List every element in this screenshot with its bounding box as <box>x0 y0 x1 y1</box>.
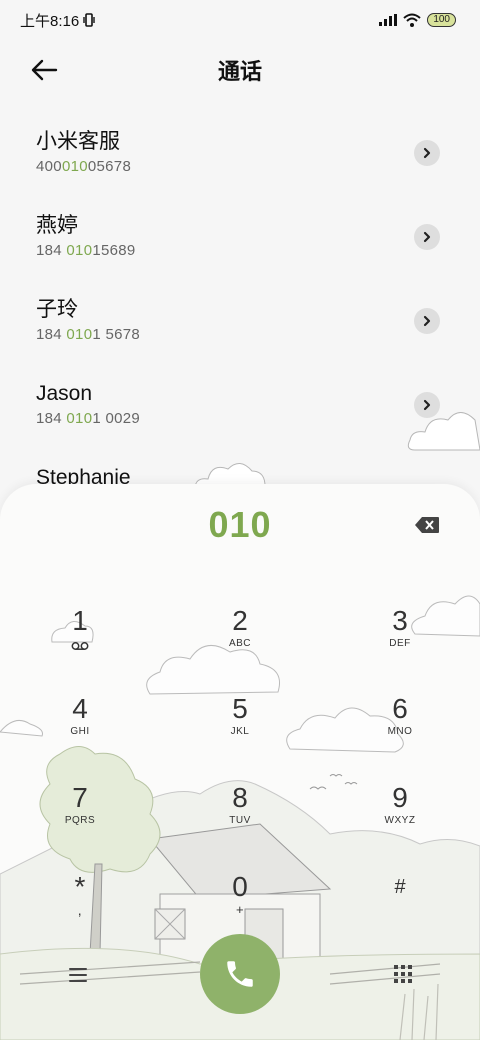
number-prefix: 184 <box>36 410 67 427</box>
contact-name: 子玲 <box>36 298 78 321</box>
number-suffix: 05678 <box>87 158 132 175</box>
dialer-panel: 010 1 2 ABC 3 DEF 4 GHI 5 JKL 6 MNO 7 PQ… <box>0 484 480 1040</box>
status-bar: 上午8:16 100 <box>0 0 480 40</box>
status-left: 上午8:16 <box>20 10 95 31</box>
key-hash[interactable]: # <box>330 870 470 940</box>
back-button[interactable] <box>28 56 60 84</box>
key-3[interactable]: 3 DEF <box>330 604 470 674</box>
menu-button[interactable] <box>68 966 88 984</box>
signal-icon <box>379 14 398 26</box>
backspace-icon <box>415 517 439 533</box>
wifi-icon <box>403 13 421 27</box>
key-letters: JKL <box>230 726 250 737</box>
contact-number: 184 01015689 <box>36 240 444 262</box>
key-digit: 4 <box>72 693 88 724</box>
number-prefix: 184 <box>36 242 67 259</box>
chevron-right-icon <box>423 231 431 243</box>
vibrate-icon <box>83 13 95 27</box>
key-7[interactable]: 7 PQRS <box>10 781 150 851</box>
key-digit: 6 <box>392 693 408 724</box>
key-digit: 8 <box>232 782 248 813</box>
number-match: 010 <box>66 242 93 259</box>
key-5[interactable]: 5 JKL <box>170 692 310 762</box>
contact-number: 184 0101 5678 <box>36 324 444 346</box>
phone-icon <box>227 961 253 987</box>
key-digit: 0 <box>232 871 248 902</box>
number-suffix: 1 5678 <box>92 326 141 343</box>
contact-detail-button[interactable] <box>414 224 440 250</box>
status-time: 上午8:16 <box>20 12 80 30</box>
status-right: 100 <box>379 13 456 27</box>
key-letters: , <box>77 902 83 918</box>
key-letters: PQRS <box>64 815 96 826</box>
key-8[interactable]: 8 TUV <box>170 781 310 851</box>
key-letters: DEF <box>389 638 411 649</box>
contact-detail-button[interactable] <box>414 308 440 334</box>
number-prefix: 400 <box>36 158 62 175</box>
number-match: 010 <box>66 410 93 427</box>
key-digit: 5 <box>232 693 248 724</box>
key-digit: 1 <box>72 605 88 636</box>
key-letters: MNO <box>387 726 413 737</box>
key-letters: + <box>235 902 245 917</box>
key-digit: 3 <box>392 605 408 636</box>
key-6[interactable]: 6 MNO <box>330 692 470 762</box>
key-star[interactable]: * , <box>10 870 150 940</box>
contact-item[interactable]: 子玲 184 0101 5678 <box>0 280 480 364</box>
backspace-button[interactable] <box>414 516 440 534</box>
key-2[interactable]: 2 ABC <box>170 604 310 674</box>
keypad-toggle-button[interactable] <box>393 964 413 984</box>
key-digit: 9 <box>392 782 408 813</box>
key-letters: ABC <box>228 638 252 649</box>
contact-number: 184 0101 0029 <box>36 408 444 430</box>
contact-name: Jason <box>36 382 93 405</box>
chevron-right-icon <box>423 147 431 159</box>
battery-indicator: 100 <box>427 13 456 27</box>
menu-icon <box>69 968 87 982</box>
key-letters: GHI <box>70 726 90 737</box>
contact-name: 燕婷 <box>36 214 78 237</box>
header: 通话 <box>0 48 480 92</box>
key-4[interactable]: 4 GHI <box>10 692 150 762</box>
call-button[interactable] <box>200 934 280 1014</box>
number-match: 010 <box>66 326 93 343</box>
page-title: 通话 <box>217 59 262 84</box>
number-match: 010 <box>61 158 88 175</box>
dialed-number: 010 <box>208 504 272 545</box>
voicemail-icon <box>71 642 89 650</box>
contact-item[interactable]: 燕婷 184 01015689 <box>0 196 480 280</box>
key-digit: * <box>74 871 86 902</box>
contact-name: 小米客服 <box>36 130 120 153</box>
contact-item[interactable]: 小米客服 40001005678 <box>0 112 480 196</box>
key-digit: # <box>394 876 406 898</box>
chevron-right-icon <box>423 315 431 327</box>
cloud-decoration <box>407 412 480 451</box>
number-suffix: 1 0029 <box>92 410 141 427</box>
key-digit: 2 <box>232 605 248 636</box>
number-suffix: 15689 <box>92 242 136 259</box>
key-9[interactable]: 9 WXYZ <box>330 781 470 851</box>
key-letters: TUV <box>229 815 251 826</box>
key-digit: 7 <box>72 782 88 813</box>
key-0[interactable]: 0 + <box>170 870 310 940</box>
key-1[interactable]: 1 <box>10 604 150 674</box>
number-prefix: 184 <box>36 326 67 343</box>
contact-number: 40001005678 <box>36 156 444 178</box>
contact-detail-button[interactable] <box>414 140 440 166</box>
key-letters: WXYZ <box>384 815 416 826</box>
keypad-icon <box>394 965 412 983</box>
arrow-left-icon <box>31 59 58 81</box>
